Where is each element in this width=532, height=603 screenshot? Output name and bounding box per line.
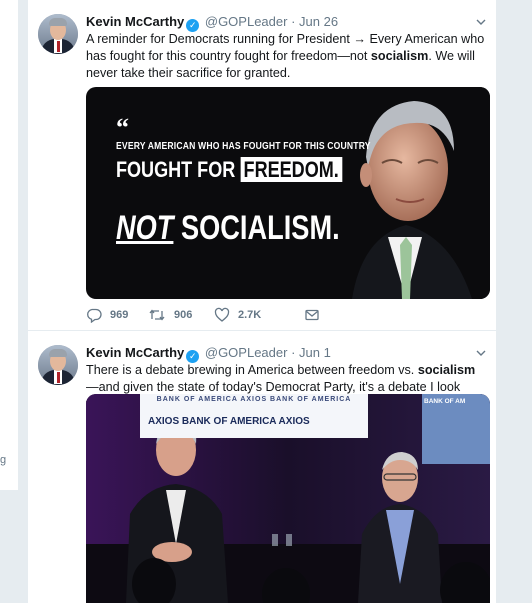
bold-keyword: socialism: [370, 49, 429, 63]
retweet-icon: [148, 307, 166, 323]
sidebar-clipped-text: g: [0, 454, 7, 466]
portrait-photo: [322, 87, 490, 299]
timeline: Kevin McCarthy ✓ @GOPLeader · Jun 26 A re…: [27, 0, 498, 603]
tweet[interactable]: Kevin McCarthy ✓ @GOPLeader · Jun 26 A re…: [28, 0, 498, 331]
like-count: 2.7K: [238, 309, 262, 321]
tweet-text: A reminder for Democrats running for Pre…: [86, 32, 485, 80]
tweet-header: Kevin McCarthy ✓ @GOPLeader · Jun 26: [86, 13, 488, 32]
tweet-timestamp[interactable]: Jun 1: [299, 345, 331, 360]
separator-dot: ·: [291, 345, 296, 360]
stage-screen: BANK OF AMERICA AXIOS BANK OF AMERICA AX…: [140, 394, 368, 438]
underlined-word: NOT: [116, 209, 174, 247]
author-name[interactable]: Kevin McCarthy: [86, 14, 184, 29]
like-icon: [214, 307, 230, 323]
tweet-image[interactable]: “ EVERY AMERICAN WHO HAS FOUGHT FOR THIS…: [86, 87, 490, 299]
avatar[interactable]: [38, 345, 78, 385]
image-caption-line2: FOUGHT FOR FREEDOM.: [116, 157, 343, 183]
left-sidebar-panel: g: [0, 0, 19, 490]
avatar[interactable]: [38, 14, 78, 54]
tweet-header: Kevin McCarthy ✓ @GOPLeader · Jun 1: [86, 344, 488, 363]
screen-main-text: AXIOS BANK OF AMERICA AXIOS: [148, 416, 310, 427]
image-caption-line3: NOT SOCIALISM.: [116, 209, 340, 247]
reply-count: 969: [110, 309, 129, 321]
highlighted-word: FREEDOM.: [240, 157, 343, 182]
reply-button[interactable]: 969: [86, 306, 128, 324]
author-handle[interactable]: @GOPLeader: [205, 345, 288, 360]
separator-dot: ·: [291, 14, 296, 29]
direct-message-icon: [304, 307, 320, 323]
caret-down-icon[interactable]: [474, 346, 488, 360]
like-button[interactable]: 2.7K: [214, 306, 261, 324]
author-handle[interactable]: @GOPLeader: [205, 14, 288, 29]
image-caption-line1: EVERY AMERICAN WHO HAS FOUGHT FOR THIS C…: [116, 140, 371, 152]
author-name[interactable]: Kevin McCarthy: [86, 345, 184, 360]
bold-keyword: socialism: [417, 363, 476, 377]
reply-icon: [86, 307, 102, 323]
caret-down-icon[interactable]: [474, 15, 488, 29]
tweet-actions: 969 906 2.7K: [86, 306, 346, 324]
tweet-timestamp[interactable]: Jun 26: [299, 14, 338, 29]
tweet[interactable]: Kevin McCarthy ✓ @GOPLeader · Jun 1 There…: [28, 331, 498, 603]
screen-top-text: BANK OF AMERICA AXIOS BANK OF AMERICA: [156, 396, 352, 403]
tweet-video-image[interactable]: BANK OF AMERICA AXIOS BANK OF AMERICA AX…: [86, 394, 490, 603]
quote-mark: “: [116, 113, 129, 142]
side-screen: BANK OF AM: [422, 394, 490, 464]
direct-message-button[interactable]: [304, 306, 320, 324]
retweet-button[interactable]: 906: [148, 306, 192, 324]
side-screen-text: BANK OF AM: [424, 398, 466, 405]
retweet-count: 906: [174, 309, 193, 321]
